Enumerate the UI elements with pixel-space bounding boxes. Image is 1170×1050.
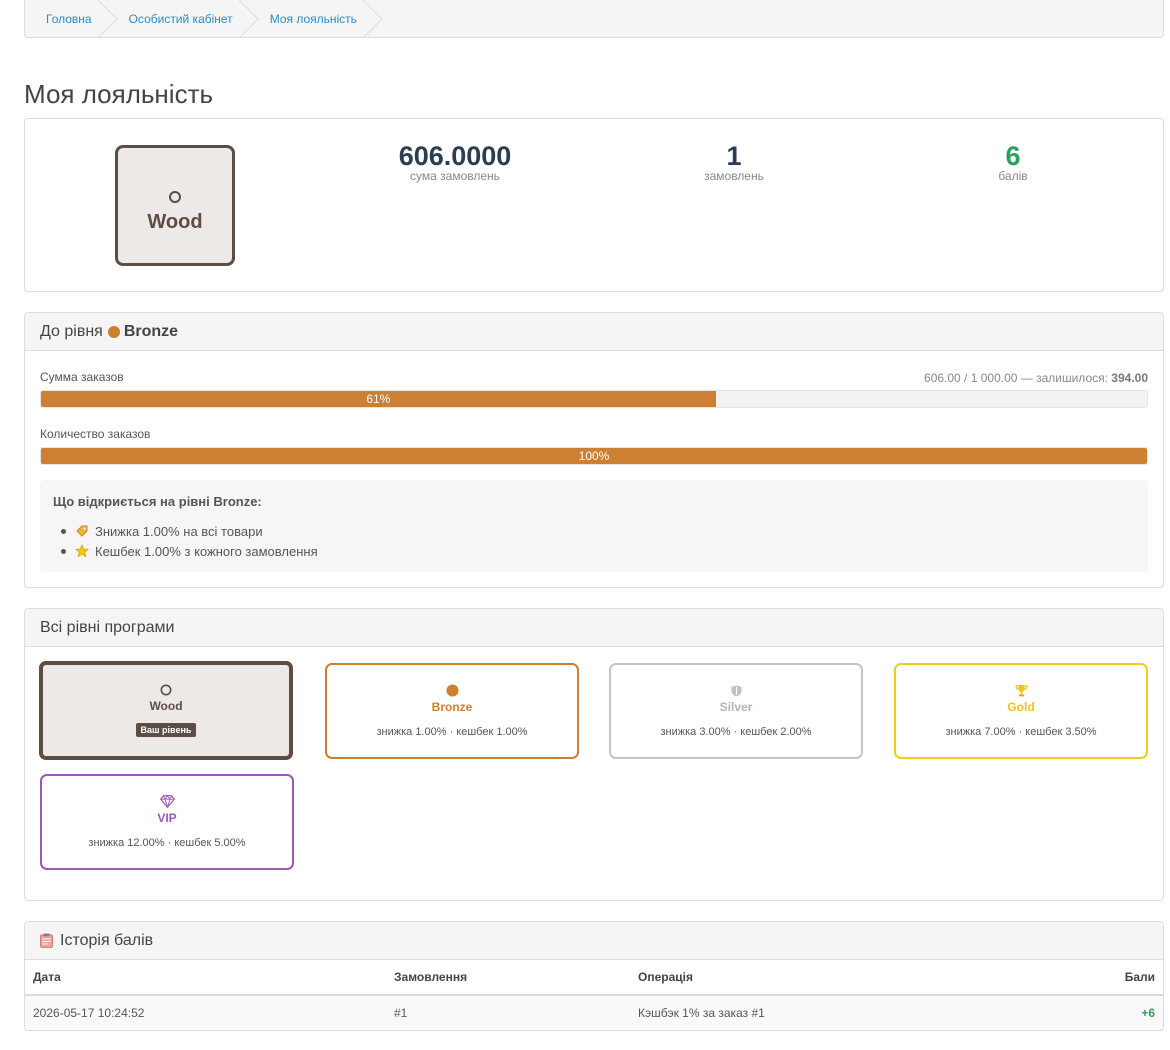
level-description: знижка 12.00% · кешбек 5.00% [88,837,246,849]
tag-icon [75,524,89,538]
level-description: знижка 3.00% · кешбек 2.00% [660,725,812,738]
order-sum-stat: 606.0000 сума замовлень [355,141,555,182]
table-header-row: Дата Замовлення Операція Бали [25,960,1163,996]
column-points: Бали [1032,960,1163,996]
sum-progress-info: 606.00 / 1 000.00 — залишилося: 394.00 [924,371,1148,385]
points-history-table: Дата Замовлення Операція Бали 2026-05-17… [25,960,1163,1029]
unlock-item-discount: Знижка 1.00% на всі товари [53,521,1135,541]
unlock-title: Що відкриється на рівні Bronze: [53,494,262,509]
count-progress-label: Количество заказов [40,427,151,441]
level-card-wood[interactable]: Wood Ваш рівень [39,661,293,760]
diamond-icon [159,795,175,808]
level-description: знижка 1.00% · кешбек 1.00% [376,726,528,738]
breadcrumb-home[interactable]: Головна [33,0,116,38]
clipboard-icon [40,933,53,948]
level-card-silver[interactable]: Silver знижка 3.00% · кешбек 2.00% [609,663,863,759]
next-level-heading: До рівня Bronze [25,313,1163,351]
level-card-gold[interactable]: Gold знижка 7.00% · кешбек 3.50% [894,663,1148,759]
row-order: #1 [386,995,630,1029]
sum-remaining: 394.00 [1111,371,1148,385]
count-progress-bar: 100% [40,447,1148,465]
level-name: Bronze [431,700,473,714]
your-level-badge: Ваш рівень [135,723,197,737]
breadcrumb: Головна Особистий кабінет Моя лояльність [24,0,1164,38]
circle-outline-icon [169,191,181,203]
star-icon [75,544,89,558]
unlock-item-text: Кешбек 1.00% з кожного замовлення [95,543,318,559]
current-level-name: Wood [147,211,203,233]
points-label: балів [998,169,1028,183]
level-name: Silver [719,699,753,714]
points-stat: 6 балів [913,141,1113,182]
level-description: знижка 7.00% · кешбек 3.50% [945,726,1097,738]
loyalty-summary-panel: Wood 606.0000 сума замовлень 1 замовлень… [24,118,1164,292]
sum-progress-fill: 61% [41,391,716,407]
level-name: VIP [157,811,177,825]
points-history-panel: Історія балів Дата Замовлення Операція Б… [24,921,1164,1031]
order-sum-label: сума замовлень [410,169,500,183]
level-card-bronze[interactable]: Bronze знижка 1.00% · кешбек 1.00% [325,663,579,759]
levels-panel: Всі рівні програми Wood Ваш рівень Bronz… [24,608,1164,901]
current-level-badge: Wood [115,145,235,266]
next-level-panel: До рівня Bronze Сумма заказов 606.00 / 1… [24,312,1164,588]
orders-label: замовлень [704,169,764,183]
orders-value: 1 [726,141,742,171]
breadcrumb-loyalty[interactable]: Моя лояльність [257,0,381,38]
circle-outline-icon [160,684,172,696]
breadcrumb-account[interactable]: Особистий кабінет [116,0,257,38]
level-card-vip[interactable]: VIP знижка 12.00% · кешбек 5.00% [40,774,294,870]
column-operation: Операція [630,960,1033,996]
sum-progress-text: 606.00 / 1 000.00 — залишилося: [924,371,1108,385]
unlock-item-cashback: Кешбек 1.00% з кожного замовлення [53,541,1135,561]
levels-heading: Всі рівні програми [25,609,1163,647]
unlock-info-box: Що відкриється на рівні Bronze: Знижка 1… [40,480,1148,572]
unlock-item-text: Знижка 1.00% на всі товари [95,523,263,539]
next-level-name: Bronze [123,322,179,340]
column-order: Замовлення [386,960,630,996]
history-title: Історія балів [60,931,154,949]
row-operation: Кэшбэк 1% за заказ #1 [630,995,1033,1029]
points-value: 6 [1005,141,1021,171]
level-name: Wood [149,699,183,713]
orders-stat: 1 замовлень [634,141,834,182]
count-progress-fill: 100% [41,448,1147,464]
row-points: +6 [1032,995,1163,1029]
row-date: 2026-05-17 10:24:52 [25,995,386,1029]
table-row: 2026-05-17 10:24:52 #1 Кэшбэк 1% за зака… [25,995,1163,1029]
bronze-dot-icon [107,325,120,338]
shield-icon [731,685,741,696]
sum-progress-bar: 61% [40,390,1148,408]
level-name: Gold [1007,700,1035,714]
column-date: Дата [25,960,386,996]
history-heading: Історія балів [25,922,1163,960]
unlock-list: Знижка 1.00% на всі товари Кешбек 1.00% … [53,521,1135,561]
next-level-prefix: До рівня [40,322,103,340]
trophy-icon [1014,685,1028,697]
sum-progress-label: Сумма заказов [40,370,124,384]
page-title: Моя лояльність [24,79,214,109]
order-sum-value: 606.0000 [398,141,512,171]
circle-icon [446,684,458,697]
